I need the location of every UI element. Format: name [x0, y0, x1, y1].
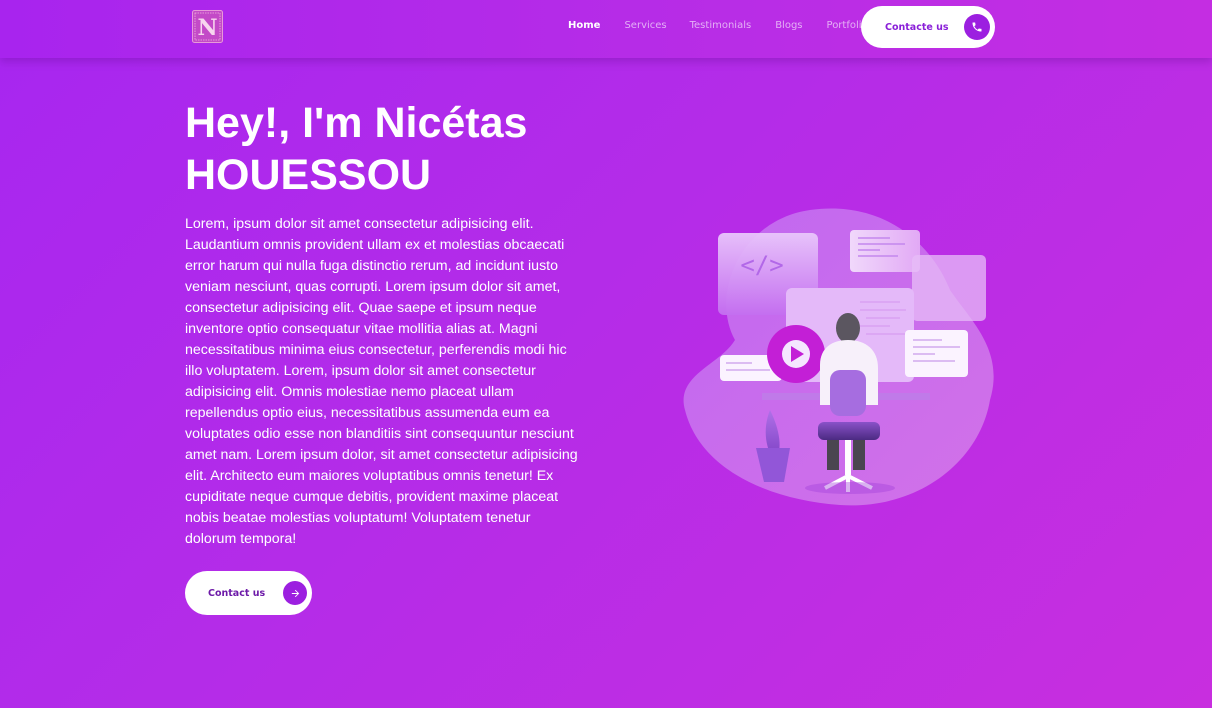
main-nav: Home Services Testimonials Blogs Portfol… [568, 20, 868, 31]
svg-text:N: N [197, 15, 217, 41]
n-monogram-logo[interactable]: N [192, 10, 223, 43]
site-header: N Home Services Testimonials Blogs Portf… [0, 0, 1212, 58]
nav-testimonials[interactable]: Testimonials [690, 20, 752, 31]
svg-text:</>: </> [740, 251, 783, 279]
hero-paragraph: Lorem, ipsum dolor sit amet consectetur … [185, 216, 578, 547]
nav-services[interactable]: Services [624, 20, 666, 31]
nav-home[interactable]: Home [568, 20, 600, 31]
developer-at-desk-illustration: </> [680, 200, 1000, 510]
arrow-right-icon [283, 581, 307, 605]
phone-icon [964, 14, 990, 40]
contact-us-label: Contact us [208, 587, 266, 599]
header-contact-label: Contacte us [885, 21, 949, 33]
hero-title: Hey!, I'm Nicétas HOUESSOU [185, 99, 528, 199]
contact-us-button[interactable]: Contact us [185, 571, 312, 615]
nav-blogs[interactable]: Blogs [775, 20, 802, 31]
header-contact-button[interactable]: Contacte us [861, 6, 995, 48]
